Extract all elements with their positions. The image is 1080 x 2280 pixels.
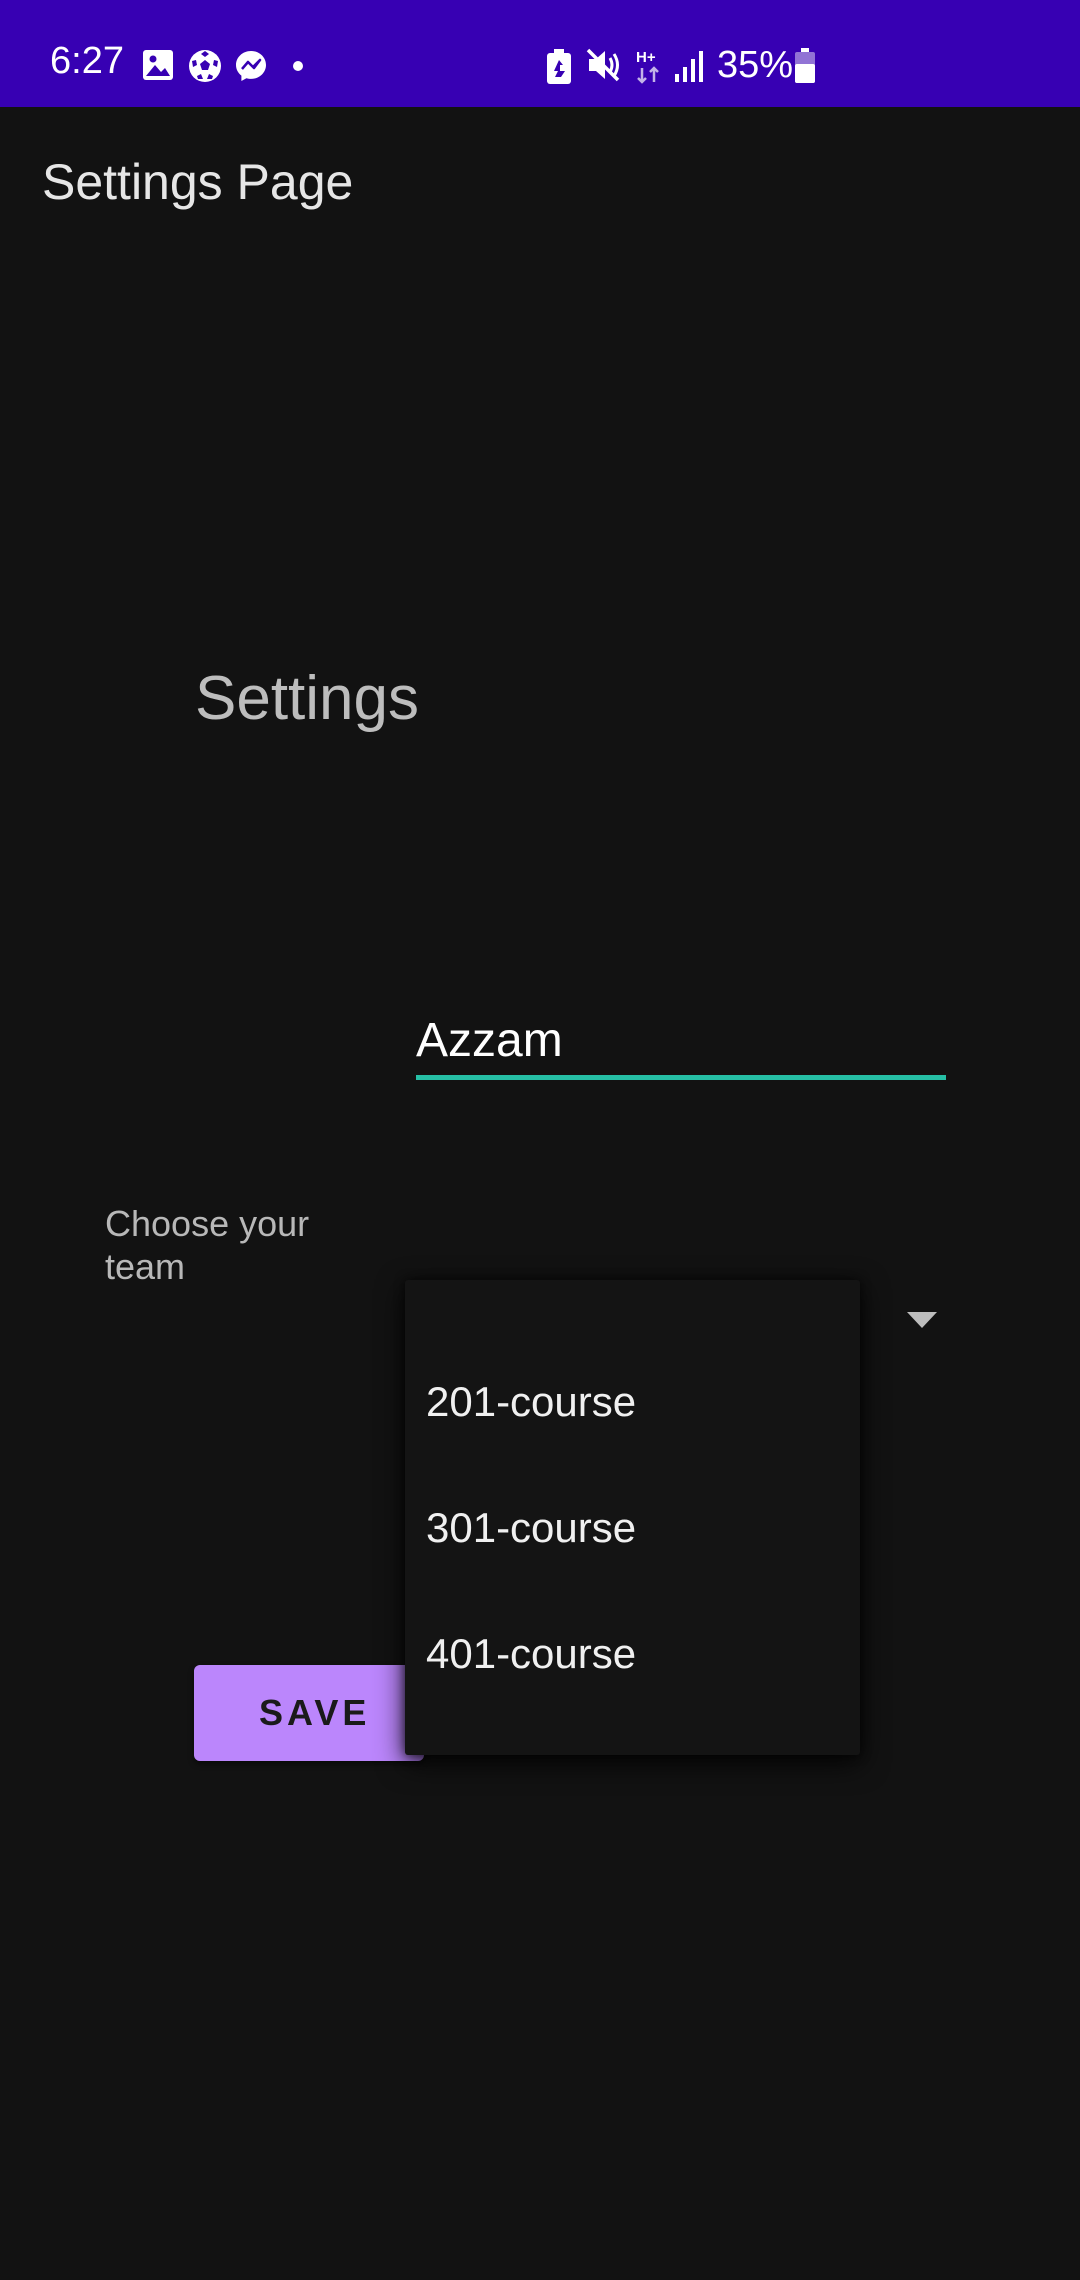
battery-percentage: 35%: [717, 44, 794, 86]
settings-screen: 6:27 H+ 35% Settings Page Settings Azzam…: [0, 0, 1080, 2280]
page-title: Settings Page: [42, 154, 354, 210]
battery-icon: [795, 48, 815, 83]
gallery-icon: [143, 50, 173, 80]
team-label: Choose your team: [105, 1203, 310, 1287]
save-button[interactable]: SAVE: [194, 1665, 424, 1761]
status-time: 6:27: [50, 40, 124, 82]
svg-text:H+: H+: [636, 49, 656, 66]
dropdown-option-301[interactable]: 301-course: [405, 1465, 860, 1591]
mute-icon: [586, 48, 620, 82]
notification-dot-icon: [293, 61, 303, 71]
name-input[interactable]: [416, 1005, 946, 1080]
dropdown-option-401[interactable]: 401-course: [405, 1591, 860, 1717]
data-hplus-icon: H+: [636, 49, 659, 84]
status-bar: 6:27 H+ 35%: [0, 0, 1080, 107]
soccer-ball-icon: [189, 50, 221, 82]
messenger-icon: [236, 51, 266, 81]
signal-icon: [675, 51, 703, 82]
dropdown-option-201[interactable]: 201-course: [405, 1339, 860, 1465]
settings-heading: Settings: [195, 664, 420, 733]
team-dropdown-menu: 201-course 301-course 401-course: [405, 1280, 860, 1755]
dropdown-arrow-icon[interactable]: [907, 1312, 937, 1330]
battery-saver-icon: [547, 49, 571, 84]
